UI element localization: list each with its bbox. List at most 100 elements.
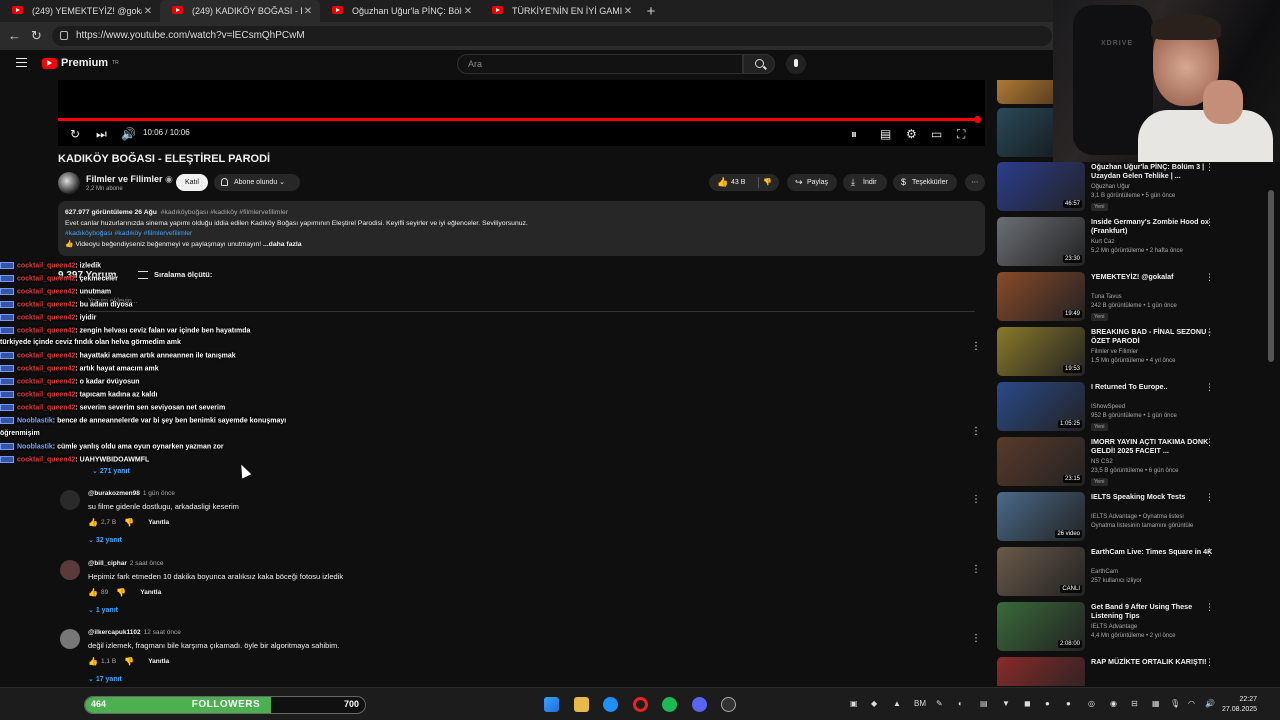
video-thumbnail[interactable]: 19:49 <box>997 272 1085 321</box>
tray-app-icon[interactable]: ⊟ <box>1131 699 1138 708</box>
join-button[interactable]: Katıl <box>176 174 208 191</box>
description-box[interactable]: 627.977 görüntüleme 26 Ağu #kadıköyboğas… <box>58 201 985 256</box>
commenter-name[interactable]: @bill_ciphar <box>88 560 127 567</box>
commenter-name[interactable]: @burakozmen98 <box>88 490 140 497</box>
autoplay-toggle-icon[interactable]: ⏸ <box>851 127 857 142</box>
video-title[interactable]: YEMEKTEYİZ! @gokalaf <box>1091 272 1215 281</box>
progress-scrubber[interactable] <box>974 116 981 123</box>
video-thumbnail[interactable] <box>997 657 1085 686</box>
video-title[interactable]: Inside Germany's Zombie Hood ox (Frankfu… <box>1091 217 1215 235</box>
tray-app-icon[interactable]: ◉ <box>1110 699 1117 708</box>
video-more-icon[interactable]: ⋮ <box>1205 382 1214 393</box>
opera-browser-icon[interactable] <box>633 697 648 712</box>
tray-app-icon[interactable]: ▤ <box>980 699 988 708</box>
subscribed-button[interactable]: Abone olundu ⌄ <box>214 174 300 191</box>
recommended-video[interactable]: 46:57 Oğuzhan Uğur'la PİNÇ: Bölüm 3 | Uza… <box>997 162 1227 214</box>
tray-pen-icon[interactable]: ✎ <box>936 699 943 708</box>
discord-icon[interactable] <box>692 697 707 712</box>
close-tab-icon[interactable]: ✕ <box>462 6 474 17</box>
fullscreen-icon[interactable]: ⛶ <box>957 127 965 142</box>
video-channel[interactable]: Oğuzhan Uğur <box>1091 184 1130 190</box>
hamburger-menu-icon[interactable] <box>16 58 27 67</box>
video-channel[interactable]: IShowSpeed <box>1091 404 1125 410</box>
video-more-icon[interactable]: ⋮ <box>1205 217 1214 228</box>
commenter-avatar[interactable] <box>60 629 80 649</box>
subtitles-icon[interactable]: ▤ <box>880 127 891 141</box>
settings-gear-icon[interactable]: ⚙ <box>906 127 917 141</box>
video-channel[interactable]: EarthCam <box>1091 569 1118 575</box>
video-more-icon[interactable]: ⋮ <box>1205 162 1214 173</box>
replay-icon[interactable]: ↻ <box>70 127 80 141</box>
tray-app-icon[interactable]: ▣ <box>850 699 858 708</box>
video-channel[interactable]: Kurt Caz <box>1091 239 1114 245</box>
speaker-icon[interactable]: 🔊 <box>1205 699 1215 708</box>
comment-more-icon[interactable]: ⋮ <box>971 564 981 575</box>
edge-browser-icon[interactable] <box>603 697 618 712</box>
back-arrow-icon[interactable]: ← <box>8 28 21 43</box>
comment-more-icon[interactable]: ⋮ <box>971 494 981 505</box>
commenter-name[interactable]: @ilkercapuk1102 <box>88 629 141 636</box>
comment-more-icon[interactable]: ⋮ <box>971 633 981 644</box>
video-title[interactable]: IMORR YAYIN AÇTI TAKIMA DONK GELDİ! 2025… <box>1091 437 1215 455</box>
thumbs-up-icon[interactable]: 👍 <box>88 588 98 597</box>
search-button[interactable] <box>743 54 775 74</box>
video-title[interactable]: EarthCam Live: Times Square in 4K <box>1091 547 1215 556</box>
windows-start-icon[interactable] <box>544 697 559 712</box>
channel-name[interactable]: Filmler ve Filimler ◉ <box>86 174 173 185</box>
replies-toggle[interactable]: ⌄ 1 yanıt <box>88 606 118 614</box>
share-button[interactable]: ↪ Paylaş <box>787 174 837 191</box>
recommended-video[interactable]: 2:08:00 Get Band 9 After Using These List… <box>997 602 1227 654</box>
youtube-logo[interactable]: Premium TR <box>42 57 119 69</box>
channel-avatar[interactable] <box>58 172 80 194</box>
recommended-video[interactable]: 26 video IELTS Speaking Mock Tests IELTS A… <box>997 492 1227 544</box>
replies-toggle[interactable]: ⌄ 32 yanıt <box>88 536 122 544</box>
recommended-video[interactable]: RAP MÜZİKTE ORTALIK KARIŞTI! ⋮ <box>997 657 1227 686</box>
tray-app-icon[interactable]: ▲ <box>893 699 901 708</box>
video-thumbnail[interactable]: CANLI <box>997 547 1085 596</box>
new-tab-button[interactable]: + <box>640 0 662 22</box>
recommended-video[interactable]: 23:15 IMORR YAYIN AÇTI TAKIMA DONK GELDİ!… <box>997 437 1227 489</box>
video-thumbnail[interactable]: 46:57 <box>997 162 1085 211</box>
video-more-icon[interactable]: ⋮ <box>1205 272 1214 283</box>
reload-icon[interactable]: ↻ <box>31 28 42 44</box>
video-title[interactable]: Get Band 9 After Using These Listening T… <box>1091 602 1215 620</box>
recommended-video[interactable]: 19:53 BREAKING BAD - FİNAL SEZONU - ÖZET … <box>997 327 1227 379</box>
video-channel[interactable]: Tuna Tavus <box>1091 294 1122 300</box>
commenter-avatar[interactable] <box>60 560 80 580</box>
video-more-icon[interactable]: ⋮ <box>1205 437 1214 448</box>
mic-icon[interactable] <box>786 54 806 74</box>
browser-tab[interactable]: Oğuzhan Uğur'la PİNÇ: Bölüm 3 |✕ <box>320 0 480 22</box>
volume-icon[interactable]: 🔊 <box>121 127 136 141</box>
video-more-icon[interactable]: ⋮ <box>1205 657 1214 668</box>
video-title[interactable]: I Returned To Europe.. <box>1091 382 1215 391</box>
browser-tab[interactable]: TÜRKİYE'NİN EN İYİ GAMING HO✕ <box>480 0 640 22</box>
recommended-video[interactable]: CANLI EarthCam Live: Times Square in 4K Ea… <box>997 547 1227 599</box>
video-more-icon[interactable]: ⋮ <box>1205 492 1214 503</box>
like-button[interactable]: 👍 43 B 👎 <box>709 174 779 191</box>
video-title[interactable]: IELTS Speaking Mock Tests <box>1091 492 1215 501</box>
show-more-link[interactable]: ...daha fazla <box>263 241 302 248</box>
video-thumbnail[interactable]: 1:05:25 <box>997 382 1085 431</box>
tray-app-icon[interactable]: ◼ <box>1024 699 1031 708</box>
tray-app-icon[interactable]: ● <box>1045 699 1050 708</box>
video-title[interactable]: Oğuzhan Uğur'la PİNÇ: Bölüm 3 | Uzaydan … <box>1091 162 1215 180</box>
video-channel[interactable]: IELTS Advantage • Oynatma listesi <box>1091 514 1184 520</box>
video-thumbnail[interactable]: 23:15 <box>997 437 1085 486</box>
wifi-icon[interactable]: ◠ <box>1188 699 1195 708</box>
tray-app-icon[interactable]: ◎ <box>1088 699 1095 708</box>
tray-app-icon[interactable]: ◆ <box>871 699 877 708</box>
description-tags[interactable]: #kadıköyboğası #kadıköy #filmlervefiliml… <box>65 229 978 240</box>
recommended-video[interactable]: 1:05:25 I Returned To Europe.. IShowSpeed 9… <box>997 382 1227 434</box>
video-thumbnail[interactable]: 26 video <box>997 492 1085 541</box>
url-input[interactable]: https://www.youtube.com/watch?v=lECsmQhP… <box>52 26 1052 46</box>
tray-app-icon[interactable]: ◐ <box>958 699 963 708</box>
browser-tab[interactable]: (249) YEMEKTEYİZ! @gokalaf - Yo✕ <box>0 0 160 22</box>
next-icon[interactable]: ⏭ <box>96 127 107 142</box>
download-button[interactable]: ⤓ İndir <box>843 174 887 191</box>
video-more-icon[interactable]: ⋮ <box>1205 602 1214 613</box>
commenter-avatar[interactable] <box>60 490 80 510</box>
thumbs-down-icon[interactable]: 👎 <box>116 588 126 597</box>
tray-language[interactable]: BM <box>914 699 926 708</box>
system-clock[interactable]: 22:27 27.08.2025 <box>1222 695 1257 715</box>
video-thumbnail[interactable]: 23:30 <box>997 217 1085 266</box>
